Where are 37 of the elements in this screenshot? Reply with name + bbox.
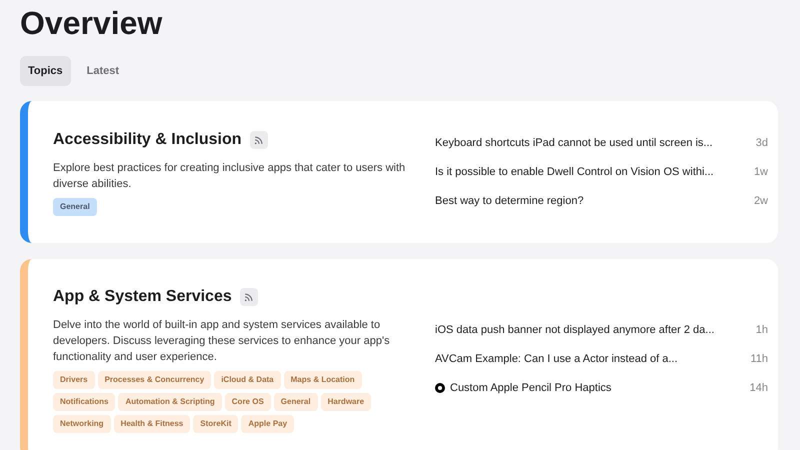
post-age: 11h bbox=[750, 352, 768, 367]
page-title: Overview bbox=[20, 4, 162, 43]
tag[interactable]: General bbox=[53, 198, 97, 216]
tag[interactable]: Processes & Concurrency bbox=[98, 371, 212, 389]
rss-button[interactable] bbox=[240, 288, 258, 306]
tag[interactable]: Hardware bbox=[320, 393, 372, 411]
tag[interactable]: Networking bbox=[53, 415, 111, 433]
post-link[interactable]: Keyboard shortcuts iPad cannot be used until screen is... bbox=[435, 134, 713, 152]
tag[interactable]: Notifications bbox=[53, 393, 116, 411]
rss-button[interactable] bbox=[250, 131, 268, 149]
post-age: 1w bbox=[754, 164, 768, 180]
topic-description: Delve into the world of built-in app and system services available to developers. Discuss leveraging these services to enhance your app's functionality and user experience. bbox=[53, 318, 391, 365]
tag[interactable]: Core OS bbox=[224, 393, 271, 411]
rss-icon bbox=[254, 136, 263, 144]
tag[interactable]: General bbox=[274, 393, 318, 411]
topic-title[interactable]: App & System Services bbox=[53, 285, 232, 309]
post-link[interactable]: iOS data push banner not displayed anymore after 2 da... bbox=[435, 322, 714, 338]
post-age: 2w bbox=[754, 194, 768, 209]
post-age: 1h bbox=[756, 322, 768, 338]
topic-description: Explore best practices for creating inclusive apps that cater to users with diverse abilities. bbox=[53, 161, 406, 192]
post-age: 14h bbox=[750, 380, 768, 396]
tab[interactable]: Topics bbox=[20, 56, 71, 86]
rss-icon bbox=[244, 292, 254, 302]
tag[interactable]: Apple Pay bbox=[241, 415, 294, 433]
tag[interactable]: Health & Fitness bbox=[114, 415, 190, 433]
tag[interactable]: Drivers bbox=[53, 371, 95, 389]
post-age: 3d bbox=[756, 136, 768, 151]
tag[interactable]: iCloud & Data bbox=[214, 371, 281, 389]
tab[interactable]: Latest bbox=[78, 56, 128, 86]
post-link[interactable]: AVCam Example: Can I use a Actor instead of a... bbox=[435, 350, 678, 368]
post-link[interactable]: Is it possible to enable Dwell Control on Vision OS withi... bbox=[435, 164, 714, 180]
tag[interactable]: StoreKit bbox=[193, 415, 238, 433]
post-link[interactable]: Custom Apple Pencil Pro Haptics bbox=[450, 380, 612, 396]
post-link[interactable]: Best way to determine region? bbox=[435, 192, 584, 210]
tag[interactable]: Maps & Location bbox=[284, 371, 362, 389]
topic-title[interactable]: Accessibility & Inclusion bbox=[53, 128, 242, 152]
tag[interactable]: Automation & Scripting bbox=[118, 393, 222, 411]
